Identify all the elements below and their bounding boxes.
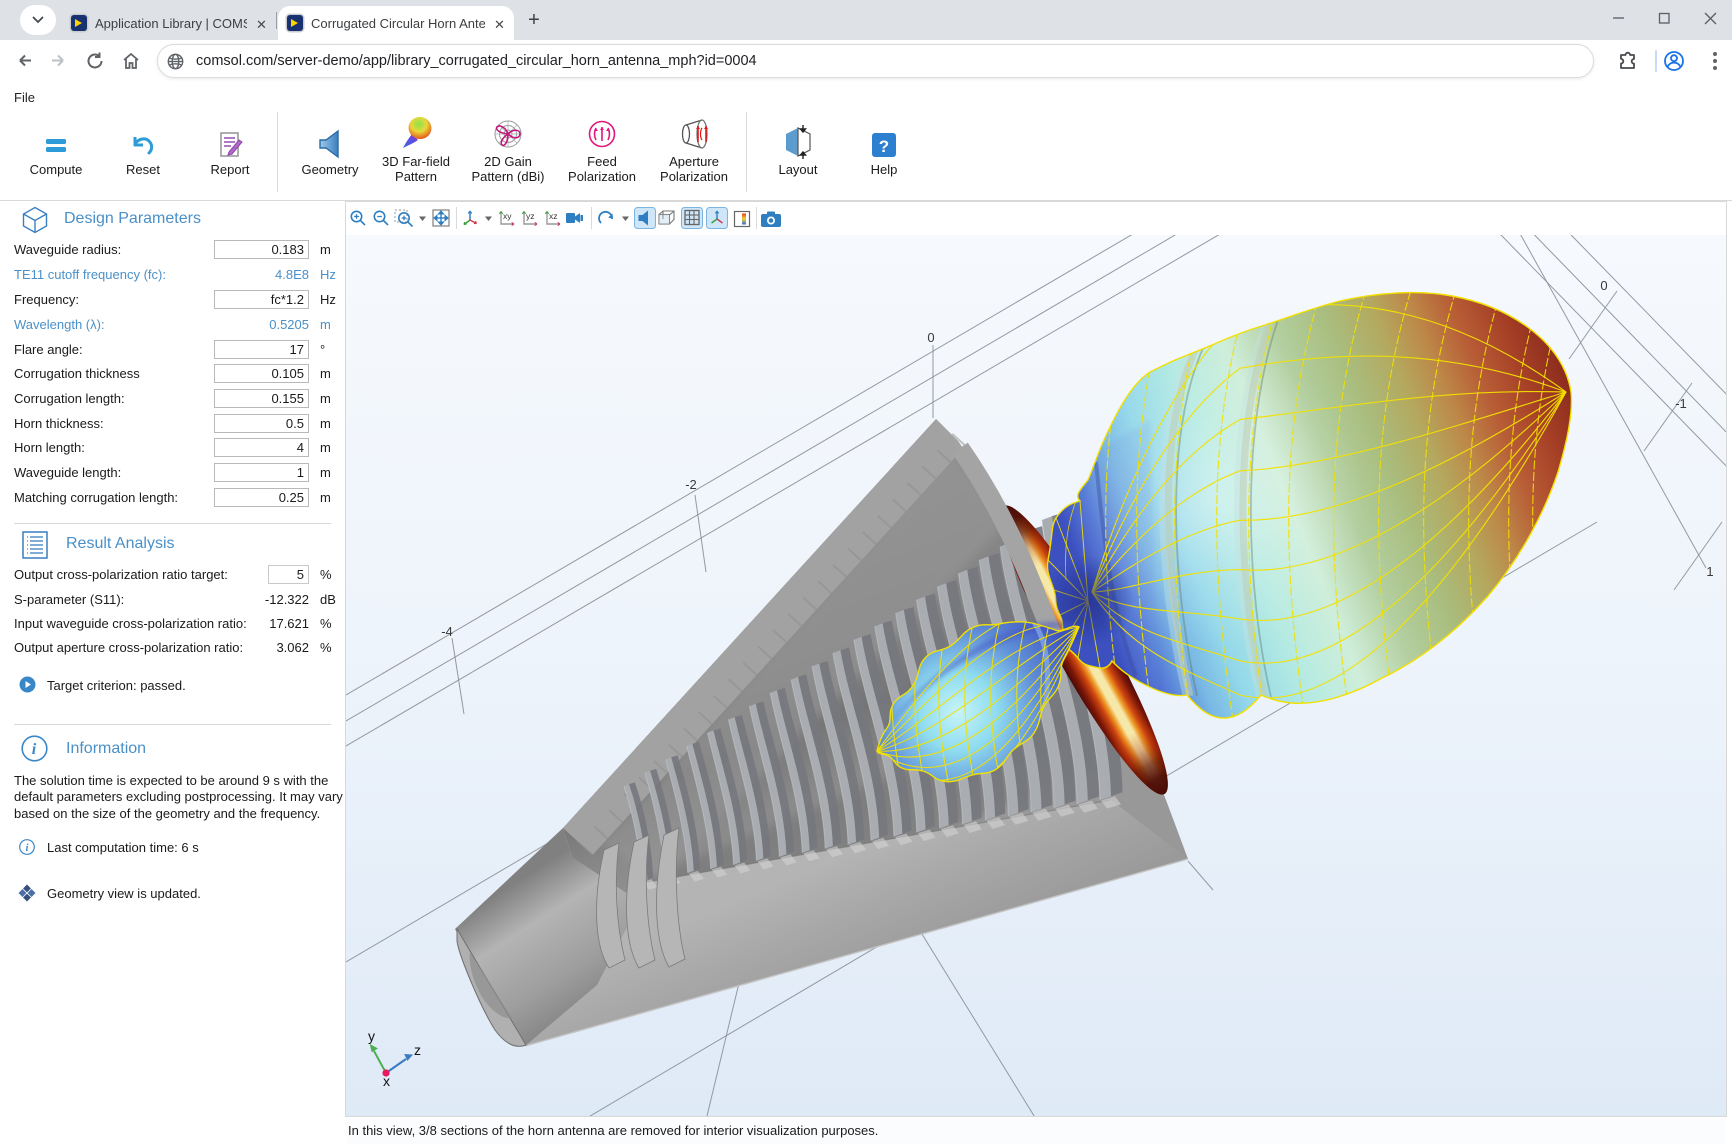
svg-text:yz: yz bbox=[526, 211, 535, 221]
svg-text:0: 0 bbox=[927, 330, 934, 345]
svg-text:-4: -4 bbox=[441, 624, 453, 639]
svg-text:-1: -1 bbox=[1675, 396, 1687, 411]
svg-text:x: x bbox=[383, 1073, 390, 1089]
svg-text:y: y bbox=[368, 1028, 375, 1044]
svg-text:z: z bbox=[414, 1042, 421, 1058]
svg-text:0: 0 bbox=[1600, 278, 1607, 293]
svg-text:i: i bbox=[26, 843, 29, 854]
svg-text:-2: -2 bbox=[685, 477, 697, 492]
svg-text:xz: xz bbox=[549, 211, 558, 221]
svg-text:1: 1 bbox=[1706, 564, 1713, 579]
svg-text:xy: xy bbox=[503, 211, 512, 221]
svg-text:?: ? bbox=[879, 137, 889, 156]
svg-text:i: i bbox=[32, 741, 37, 758]
